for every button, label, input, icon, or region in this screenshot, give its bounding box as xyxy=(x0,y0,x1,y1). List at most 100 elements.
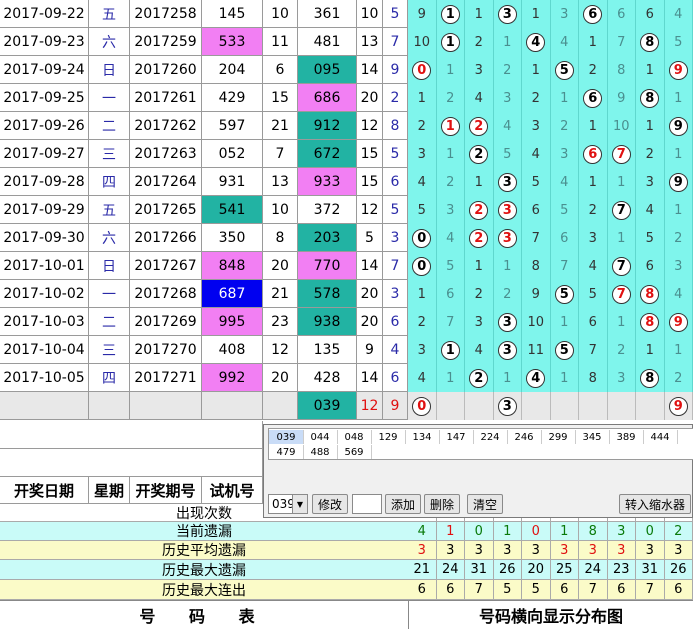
row-sum: 14 xyxy=(357,364,383,392)
dist-cell: 1 xyxy=(436,28,465,56)
row-date: 2017-09-22 xyxy=(0,0,89,28)
stats-value: 6 xyxy=(607,580,636,600)
dist-cell: 1 xyxy=(436,112,465,140)
list-item[interactable]: 569 xyxy=(337,445,372,459)
row-trial-number: 429 xyxy=(202,84,263,112)
list-item[interactable]: 048 xyxy=(337,430,372,444)
dist-cell: 3 xyxy=(493,224,522,252)
row-sum: 12 xyxy=(357,196,383,224)
dist-cell: 6 xyxy=(550,224,579,252)
stats-value: 3 xyxy=(493,541,522,560)
stats-value: 24 xyxy=(579,560,608,580)
row-weekday: 五 xyxy=(89,0,130,28)
dist-cell: 1 xyxy=(636,336,665,364)
list-item[interactable]: 299 xyxy=(541,430,576,444)
row-weekday: 一 xyxy=(89,84,130,112)
number-list[interactable]: 039 044 048 129 134 147 224 246 299 345 389 444 479 4… xyxy=(268,428,693,460)
dist-cell: 1 xyxy=(522,0,551,28)
stats-value: 6 xyxy=(550,580,579,600)
list-item[interactable]: 147 xyxy=(439,430,474,444)
footer-left-title: 号 码 表 xyxy=(0,600,408,629)
row-trial-number: 052 xyxy=(202,140,263,168)
row-draw-number: 686 xyxy=(298,84,357,112)
dist-cell: 2 xyxy=(465,224,494,252)
list-item-selected[interactable]: 039 xyxy=(269,430,304,444)
row-trial-number: 687 xyxy=(202,280,263,308)
number-combo[interactable]: 039 ▼ xyxy=(268,494,308,514)
dist-cell: 3 xyxy=(664,252,693,280)
dist-cell: 1 xyxy=(664,196,693,224)
stats-value: 26 xyxy=(664,560,693,580)
dist-cell: 8 xyxy=(636,308,665,336)
number-input[interactable] xyxy=(352,494,382,514)
dist-cell: 3 xyxy=(408,140,437,168)
dist-cell: 2 xyxy=(465,28,494,56)
dist-cell: 7 xyxy=(436,308,465,336)
row-date: 2017-10-01 xyxy=(0,252,89,280)
dist-hit-marker: 5 xyxy=(554,60,574,80)
clear-button[interactable]: 清空 xyxy=(467,494,503,514)
dist-cell: 9 xyxy=(664,168,693,196)
dist-cell: 4 xyxy=(550,168,579,196)
list-item[interactable]: 488 xyxy=(303,445,338,459)
dist-cell: 1 xyxy=(607,308,636,336)
row-issue: 2017266 xyxy=(130,224,202,252)
delete-button[interactable]: 删除 xyxy=(424,494,460,514)
transfer-button[interactable]: 转入缩水器 xyxy=(619,494,691,514)
dist-cell: 7 xyxy=(579,336,608,364)
dist-hit-marker: 9 xyxy=(668,60,688,80)
trial-number-panel: 039 044 048 129 134 147 224 246 299 345 389 444 479 4… xyxy=(263,424,693,518)
stats-value: 20 xyxy=(522,560,551,580)
dist-cell: 1 xyxy=(493,28,522,56)
dist-cell: 1 xyxy=(408,280,437,308)
add-button[interactable]: 添加 xyxy=(385,494,421,514)
row-k: 3 xyxy=(383,224,408,252)
row-span: 23 xyxy=(263,308,298,336)
dist-cell: 1 xyxy=(465,0,494,28)
row-k: 9 xyxy=(383,56,408,84)
row-issue: 2017258 xyxy=(130,0,202,28)
header-week: 星期 xyxy=(89,477,130,504)
dist-cell: 1 xyxy=(579,28,608,56)
row-draw-number: 481 xyxy=(298,28,357,56)
row-span: 20 xyxy=(263,364,298,392)
dist-hit-marker: 8 xyxy=(640,368,660,388)
stats-value: 31 xyxy=(465,560,494,580)
pending-dist-cell xyxy=(436,392,465,420)
list-item[interactable]: 479 xyxy=(269,445,304,459)
list-item[interactable]: 389 xyxy=(609,430,644,444)
dist-cell: 4 xyxy=(522,140,551,168)
dist-cell: 1 xyxy=(436,364,465,392)
chevron-down-icon[interactable]: ▼ xyxy=(292,495,307,513)
row-sum: 5 xyxy=(357,224,383,252)
list-item[interactable]: 246 xyxy=(507,430,542,444)
dist-cell: 8 xyxy=(607,56,636,84)
row-draw-number: 578 xyxy=(298,280,357,308)
stats-value: 3 xyxy=(436,541,465,560)
dist-cell: 8 xyxy=(636,364,665,392)
stats-value: 5 xyxy=(493,580,522,600)
modify-button[interactable]: 修改 xyxy=(312,494,348,514)
row-date: 2017-09-28 xyxy=(0,168,89,196)
dist-cell: 9 xyxy=(522,280,551,308)
dist-hit-marker: 2 xyxy=(469,200,489,220)
list-item[interactable]: 129 xyxy=(371,430,406,444)
list-item[interactable]: 345 xyxy=(575,430,610,444)
pending-empty xyxy=(89,392,130,420)
row-date: 2017-10-04 xyxy=(0,336,89,364)
dist-cell: 1 xyxy=(579,168,608,196)
row-date: 2017-09-23 xyxy=(0,28,89,56)
dist-cell: 1 xyxy=(664,84,693,112)
list-item[interactable]: 044 xyxy=(303,430,338,444)
list-item[interactable]: 444 xyxy=(643,430,678,444)
dist-cell: 9 xyxy=(664,308,693,336)
dist-cell: 9 xyxy=(664,112,693,140)
dist-cell: 1 xyxy=(607,224,636,252)
dist-cell: 7 xyxy=(607,28,636,56)
dist-cell: 7 xyxy=(522,224,551,252)
list-item[interactable]: 224 xyxy=(473,430,508,444)
list-item[interactable]: 134 xyxy=(405,430,440,444)
pending-empty xyxy=(0,392,89,420)
stats-value: 3 xyxy=(607,541,636,560)
row-issue: 2017263 xyxy=(130,140,202,168)
